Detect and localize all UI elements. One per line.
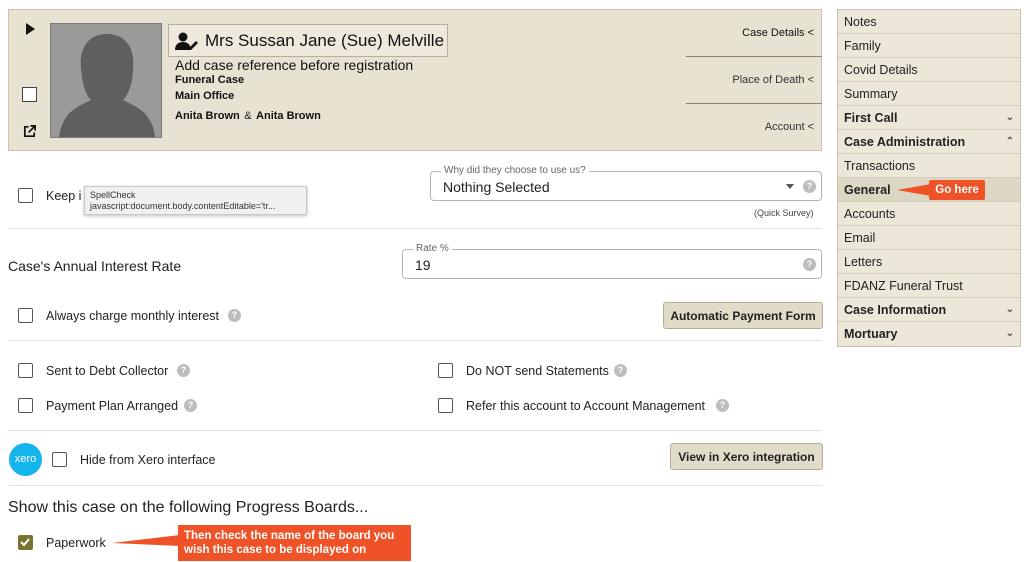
sidebar-item-covid-details[interactable]: Covid Details [838, 58, 1020, 82]
xero-logo: xero [9, 443, 42, 476]
rate-value: 19 [415, 257, 431, 273]
spellcheck-tooltip: SpellCheck javascript:document.body.cont… [84, 186, 307, 215]
hide-xero-checkbox[interactable] [52, 452, 67, 467]
sidebar-item-case-administration[interactable]: Case Administration ⌃ [838, 130, 1020, 154]
paperwork-board-label: Paperwork [46, 536, 106, 550]
keep-label: Keep i [46, 189, 82, 203]
callout-line: wish this case to be displayed on [184, 544, 367, 556]
chevron-down-icon: ⌄ [1005, 328, 1014, 339]
quick-survey-caption: (Quick Survey) [754, 208, 814, 218]
case-reference[interactable]: Add case reference before registration [175, 57, 413, 73]
chevron-down-icon: ⌄ [1005, 112, 1014, 123]
debt-collector-label: Sent to Debt Collector [46, 364, 169, 378]
person-silhouette-icon [51, 24, 161, 137]
sidebar-item-summary[interactable]: Summary [838, 82, 1020, 106]
go-here-callout: Go here [929, 180, 985, 200]
no-statements-checkbox[interactable] [438, 363, 453, 378]
help-icon[interactable]: ? [803, 180, 816, 193]
paperwork-board-checkbox[interactable] [18, 535, 33, 550]
view-in-xero-button[interactable]: View in Xero integration [670, 443, 823, 470]
arranger-name: Anita Brown [256, 110, 321, 122]
edit-person-icon [175, 32, 198, 50]
help-icon[interactable]: ? [177, 364, 190, 377]
interest-rate-field[interactable] [402, 249, 822, 279]
sidebar-item-family[interactable]: Family [838, 34, 1020, 58]
always-charge-checkbox[interactable] [18, 308, 33, 323]
place-of-death-link[interactable]: Place of Death < [679, 74, 814, 86]
office-name: Main Office [175, 90, 235, 102]
help-icon[interactable]: ? [228, 309, 241, 322]
sidebar-item-first-call[interactable]: First Call ⌄ [838, 106, 1020, 130]
always-charge-label: Always charge monthly interest [46, 309, 219, 323]
progress-boards-title: Show this case on the following Progress… [8, 499, 369, 516]
select-case-checkbox[interactable] [22, 87, 37, 102]
sidebar-item-accounts[interactable]: Accounts [838, 202, 1020, 226]
keep-checkbox[interactable] [18, 188, 33, 203]
tooltip-url: javascript:document.body.contentEditable… [90, 201, 276, 211]
help-icon[interactable]: ? [184, 399, 197, 412]
open-external-icon[interactable] [22, 124, 37, 139]
callout-line: Then check the name of the board you [184, 530, 395, 542]
sidebar-item-letters[interactable]: Letters [838, 250, 1020, 274]
callout-pointer-icon [112, 535, 180, 546]
payment-plan-checkbox[interactable] [18, 398, 33, 413]
dropdown-arrow-icon[interactable] [786, 184, 794, 189]
payment-plan-label: Payment Plan Arranged [46, 399, 179, 413]
ampersand: & [244, 110, 252, 122]
divider [8, 485, 822, 486]
chevron-up-icon: ⌃ [1005, 136, 1014, 147]
sidebar-item-case-information[interactable]: Case Information ⌄ [838, 298, 1020, 322]
interest-rate-label: Case's Annual Interest Rate [8, 258, 182, 274]
arrangers: Anita Brown & Anita Brown [175, 106, 321, 124]
expand-arrow-icon[interactable] [26, 23, 35, 35]
help-icon[interactable]: ? [614, 364, 627, 377]
automatic-payment-form-button[interactable]: Automatic Payment Form [663, 302, 823, 329]
callout-pointer-icon [897, 184, 931, 196]
check-board-callout: Then check the name of the board you wis… [178, 525, 411, 561]
sidebar-item-mortuary[interactable]: Mortuary ⌄ [838, 322, 1020, 346]
sidebar-item-transactions[interactable]: Transactions [838, 154, 1020, 178]
no-statements-label: Do NOT send Statements [466, 364, 609, 378]
deceased-name: Mrs Sussan Jane (Sue) Melville [205, 30, 445, 50]
checkmark-icon [20, 538, 30, 547]
case-details-link[interactable]: Case Details < [679, 27, 814, 39]
help-icon[interactable]: ? [803, 258, 816, 271]
sidebar: Notes Family Covid Details Summary First… [837, 9, 1021, 347]
tooltip-title: SpellCheck [90, 190, 136, 200]
sidebar-item-notes[interactable]: Notes [838, 10, 1020, 34]
header-divider [686, 103, 822, 104]
hide-xero-label: Hide from Xero interface [80, 453, 216, 467]
refer-account-checkbox[interactable] [438, 398, 453, 413]
survey-value: Nothing Selected [443, 179, 550, 195]
header-divider [686, 56, 822, 57]
survey-legend: Why did they choose to use us? [441, 165, 589, 176]
sidebar-item-email[interactable]: Email [838, 226, 1020, 250]
case-type: Funeral Case [175, 74, 245, 86]
sidebar-item-fdanz-funeral-trust[interactable]: FDANZ Funeral Trust [838, 274, 1020, 298]
refer-account-label: Refer this account to Account Management [466, 399, 706, 413]
chevron-down-icon: ⌄ [1005, 304, 1014, 315]
divider [8, 340, 822, 341]
deceased-name-box[interactable]: Mrs Sussan Jane (Sue) Melville [168, 24, 448, 57]
help-icon[interactable]: ? [716, 399, 729, 412]
arranger-name: Anita Brown [175, 110, 240, 122]
rate-legend: Rate % [413, 243, 452, 254]
debt-collector-checkbox[interactable] [18, 363, 33, 378]
avatar[interactable] [50, 23, 162, 138]
account-link[interactable]: Account < [679, 121, 814, 133]
divider [8, 228, 822, 229]
divider [8, 430, 822, 431]
